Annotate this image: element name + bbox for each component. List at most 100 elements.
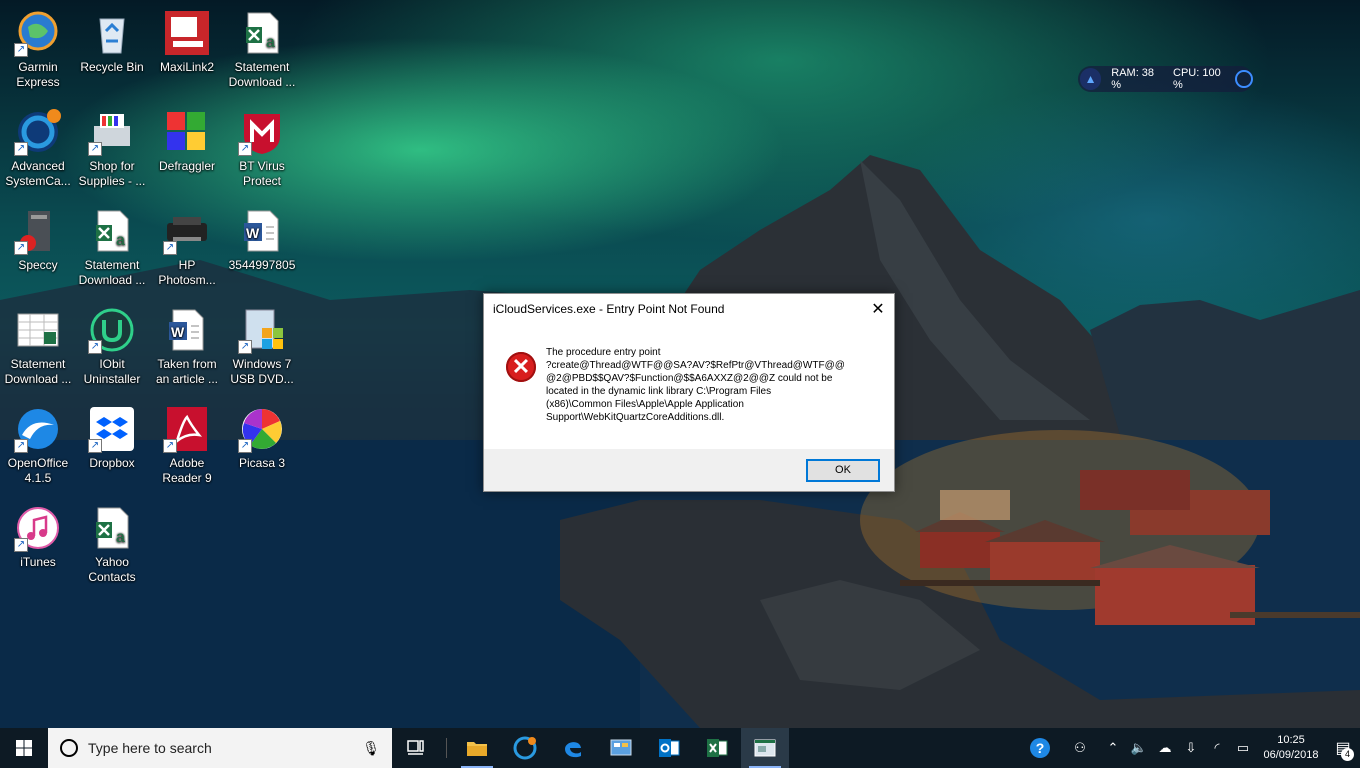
microphone-icon[interactable]: 🎙: [362, 740, 380, 757]
onedrive-cloud-icon[interactable]: ☁: [1152, 728, 1178, 768]
error-message: The procedure entry point ?create@Thread…: [546, 347, 845, 423]
dropbox-icon: ↗: [88, 405, 136, 453]
folder-icon: [467, 742, 487, 756]
desktop-icon-label: IObit Uninstaller: [83, 357, 141, 386]
dialog-body: ✕ The procedure entry point ?create@Thre…: [484, 324, 894, 449]
desktop-icon[interactable]: ↗ OpenOffice 4.1.5: [0, 401, 76, 486]
shortcut-arrow-icon: ↗: [88, 439, 102, 453]
desktop-icon[interactable]: ↗ iTunes: [0, 500, 76, 570]
mcafee-shield-icon: ↗: [238, 108, 286, 156]
openoffice-icon: ↗: [14, 405, 62, 453]
desktop-icon[interactable]: ↗ Adobe Reader 9: [149, 401, 225, 486]
desktop-icon-label: Recycle Bin: [80, 60, 144, 74]
cpu-usage: CPU: 100 %: [1173, 67, 1221, 91]
desktop-icon-label: Defraggler: [158, 159, 216, 173]
desktop-icon[interactable]: ↗ Shop for Supplies - ...: [74, 104, 150, 189]
desktop-icon[interactable]: ↗ Windows 7 USB DVD...: [224, 302, 300, 387]
desktop-icon-label: Shop for Supplies - ...: [78, 159, 146, 188]
taskbar-divider: [446, 738, 447, 758]
desktop-icon-label: Picasa 3: [238, 456, 286, 470]
control-panel-icon: [610, 739, 632, 756]
desktop-icon-label: Statement Download ...: [4, 357, 72, 386]
dialog-titlebar[interactable]: iCloudServices.exe - Entry Point Not Fou…: [484, 294, 894, 324]
desktop-icon-label: Taken from an article ...: [155, 357, 219, 386]
battery-icon[interactable]: ▭: [1230, 728, 1256, 768]
error-dialog: iCloudServices.exe - Entry Point Not Fou…: [483, 293, 895, 492]
desktop-icon[interactable]: MaxiLink2: [149, 5, 225, 75]
word-file-icon: W: [238, 207, 286, 255]
control-panel-button[interactable]: [597, 728, 645, 768]
recycle-bin-icon: [88, 9, 136, 57]
cortana-icon: [60, 739, 78, 757]
close-icon[interactable]: ✕: [864, 295, 892, 323]
desktop-icon[interactable]: ↗ Garmin Express: [0, 5, 76, 90]
shortcut-arrow-icon: ↗: [14, 43, 28, 57]
shortcut-arrow-icon: ↗: [14, 241, 28, 255]
svg-text:a: a: [266, 34, 275, 51]
volume-icon[interactable]: 🔈: [1126, 728, 1152, 768]
desktop-icon[interactable]: a Statement Download ...: [224, 5, 300, 90]
desktop-icon[interactable]: Defraggler: [149, 104, 225, 174]
shortcut-arrow-icon: ↗: [14, 538, 28, 552]
desktop-icon[interactable]: Recycle Bin: [74, 5, 150, 75]
shortcut-arrow-icon: ↗: [238, 439, 252, 453]
desktop-icon[interactable]: a Statement Download ...: [74, 203, 150, 288]
desktop-icon[interactable]: ↗ Advanced SystemCa...: [0, 104, 76, 189]
file-explorer-button[interactable]: [453, 728, 501, 768]
clock[interactable]: 10:25 06/09/2018: [1256, 733, 1326, 763]
windows-logo-icon: [16, 740, 32, 756]
desktop-icon[interactable]: ↗ Picasa 3: [224, 401, 300, 471]
desktop-icon[interactable]: W Taken from an article ...: [149, 302, 225, 387]
help-icon[interactable]: ?: [1020, 728, 1060, 768]
outlook-icon: [659, 739, 680, 757]
svg-text:W: W: [171, 324, 185, 340]
outlook-button[interactable]: [645, 728, 693, 768]
desktop-icon-label: Statement Download ...: [228, 60, 296, 89]
dialog-footer: OK: [484, 449, 894, 491]
search-box[interactable]: Type here to search 🎙: [48, 728, 392, 768]
ok-button[interactable]: OK: [806, 458, 880, 482]
rocket-icon[interactable]: ▲: [1080, 68, 1102, 90]
desktop-icon[interactable]: ↗ Speccy: [0, 203, 76, 273]
desktop-icon[interactable]: ↗ Dropbox: [74, 401, 150, 471]
desktop-icon[interactable]: Statement Download ...: [0, 302, 76, 387]
notification-badge: 4: [1341, 748, 1354, 761]
desktop-icon-label: BT Virus Protect: [239, 159, 285, 188]
advanced-systemcare-button[interactable]: [501, 728, 549, 768]
desktop-icon-label: Windows 7 USB DVD...: [230, 357, 294, 386]
desktop-icon[interactable]: ↗ BT Virus Protect: [224, 104, 300, 189]
system-monitor-widget[interactable]: ▲ RAM: 38 % CPU: 100 %: [1078, 66, 1253, 92]
word-file-icon: W: [163, 306, 211, 354]
start-button[interactable]: [0, 728, 48, 768]
desktop-icon[interactable]: W 3544997805: [224, 203, 300, 273]
system-tray: ? ⚇ ⌃ 🔈 ☁ ⇩ ◜ ▭ 10:25 06/09/2018 ▤ 4: [1020, 728, 1360, 768]
desktop-icon-label: Statement Download ...: [78, 258, 146, 287]
desktop-icon[interactable]: a Yahoo Contacts: [74, 500, 150, 585]
people-icon[interactable]: ⚇: [1060, 728, 1100, 768]
desktop-icon[interactable]: ↗ HP Photosm...: [149, 203, 225, 288]
excel-file-icon: a: [88, 504, 136, 552]
shortcut-arrow-icon: ↗: [14, 142, 28, 156]
window-icon: [754, 739, 776, 757]
desktop-icon-label: 3544997805: [228, 258, 296, 272]
svg-text:a: a: [116, 232, 125, 249]
excel-button[interactable]: [693, 728, 741, 768]
desktop-icon-label: Garmin Express: [16, 60, 60, 89]
search-input[interactable]: Type here to search: [88, 740, 362, 756]
chevron-up-icon[interactable]: ⌃: [1100, 728, 1126, 768]
task-view-button[interactable]: [392, 728, 440, 768]
picasa-icon: ↗: [238, 405, 286, 453]
desktop-icon[interactable]: ↗ IObit Uninstaller: [74, 302, 150, 387]
active-window-button[interactable]: [741, 728, 789, 768]
desktop-icon-label: Speccy: [18, 258, 58, 272]
usb-icon[interactable]: ⇩: [1178, 728, 1204, 768]
action-center-button[interactable]: ▤ 4: [1326, 728, 1360, 768]
edge-button[interactable]: [549, 728, 597, 768]
advanced-systemcare-icon: ↗: [14, 108, 62, 156]
iobit-uninstaller-icon: ↗: [88, 306, 136, 354]
shortcut-arrow-icon: ↗: [88, 340, 102, 354]
wifi-icon[interactable]: ◜: [1204, 728, 1230, 768]
ram-usage: RAM: 38 %: [1111, 67, 1155, 91]
gauge-icon[interactable]: [1235, 70, 1253, 88]
spreadsheet-thumbnail-icon: [14, 306, 62, 354]
